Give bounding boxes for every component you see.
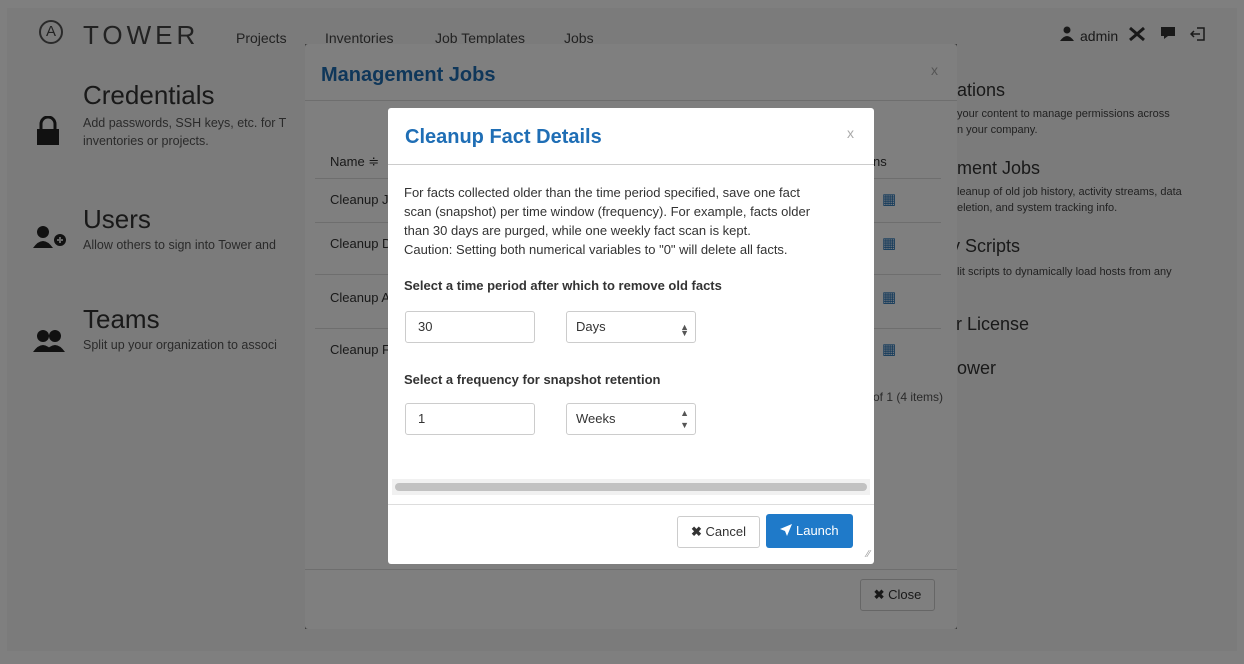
launch-button[interactable]: Launch [766, 514, 853, 548]
scrollbar-thumb[interactable] [395, 483, 867, 491]
dialog-title: Cleanup Fact Details [405, 126, 602, 148]
frequency-unit-select[interactable]: Weeks ▲ ▼ [566, 403, 696, 435]
cancel-button[interactable]: ✖ Cancel [677, 516, 760, 548]
launch-button-label: Launch [795, 523, 839, 538]
description-line: Caution: Setting both numerical variable… [404, 242, 788, 257]
time-period-input[interactable]: 30 [405, 311, 535, 343]
selected-value: Days [576, 319, 606, 334]
dialog-description: For facts collected older than the time … [404, 183, 864, 259]
select-arrows-icon: ▼ [680, 420, 689, 430]
divider [388, 164, 874, 165]
description-line: For facts collected older than the time … [404, 185, 800, 200]
horizontal-scrollbar[interactable] [392, 479, 870, 495]
description-line: than 30 days are purged, while one weekl… [404, 223, 751, 238]
description-line: scan (snapshot) per time window (frequen… [404, 204, 811, 219]
frequency-input[interactable]: 1 [405, 403, 535, 435]
resize-handle-icon[interactable]: ∕∕ [867, 549, 870, 560]
time-period-label: Select a time period after which to remo… [404, 278, 722, 293]
rocket-icon [780, 523, 796, 538]
time-period-unit-select[interactable]: Days ▲ ▼ [566, 311, 696, 343]
selected-value: Weeks [576, 411, 616, 426]
frequency-label: Select a frequency for snapshot retentio… [404, 372, 661, 387]
cancel-button-label: Cancel [705, 524, 746, 539]
cleanup-fact-dialog: Cleanup Fact Details x For facts collect… [388, 108, 874, 564]
dialog-close-icon[interactable]: x [847, 125, 854, 141]
close-icon: ✖ [691, 524, 706, 539]
select-arrows-icon: ▼ [680, 328, 689, 338]
divider [388, 504, 874, 505]
